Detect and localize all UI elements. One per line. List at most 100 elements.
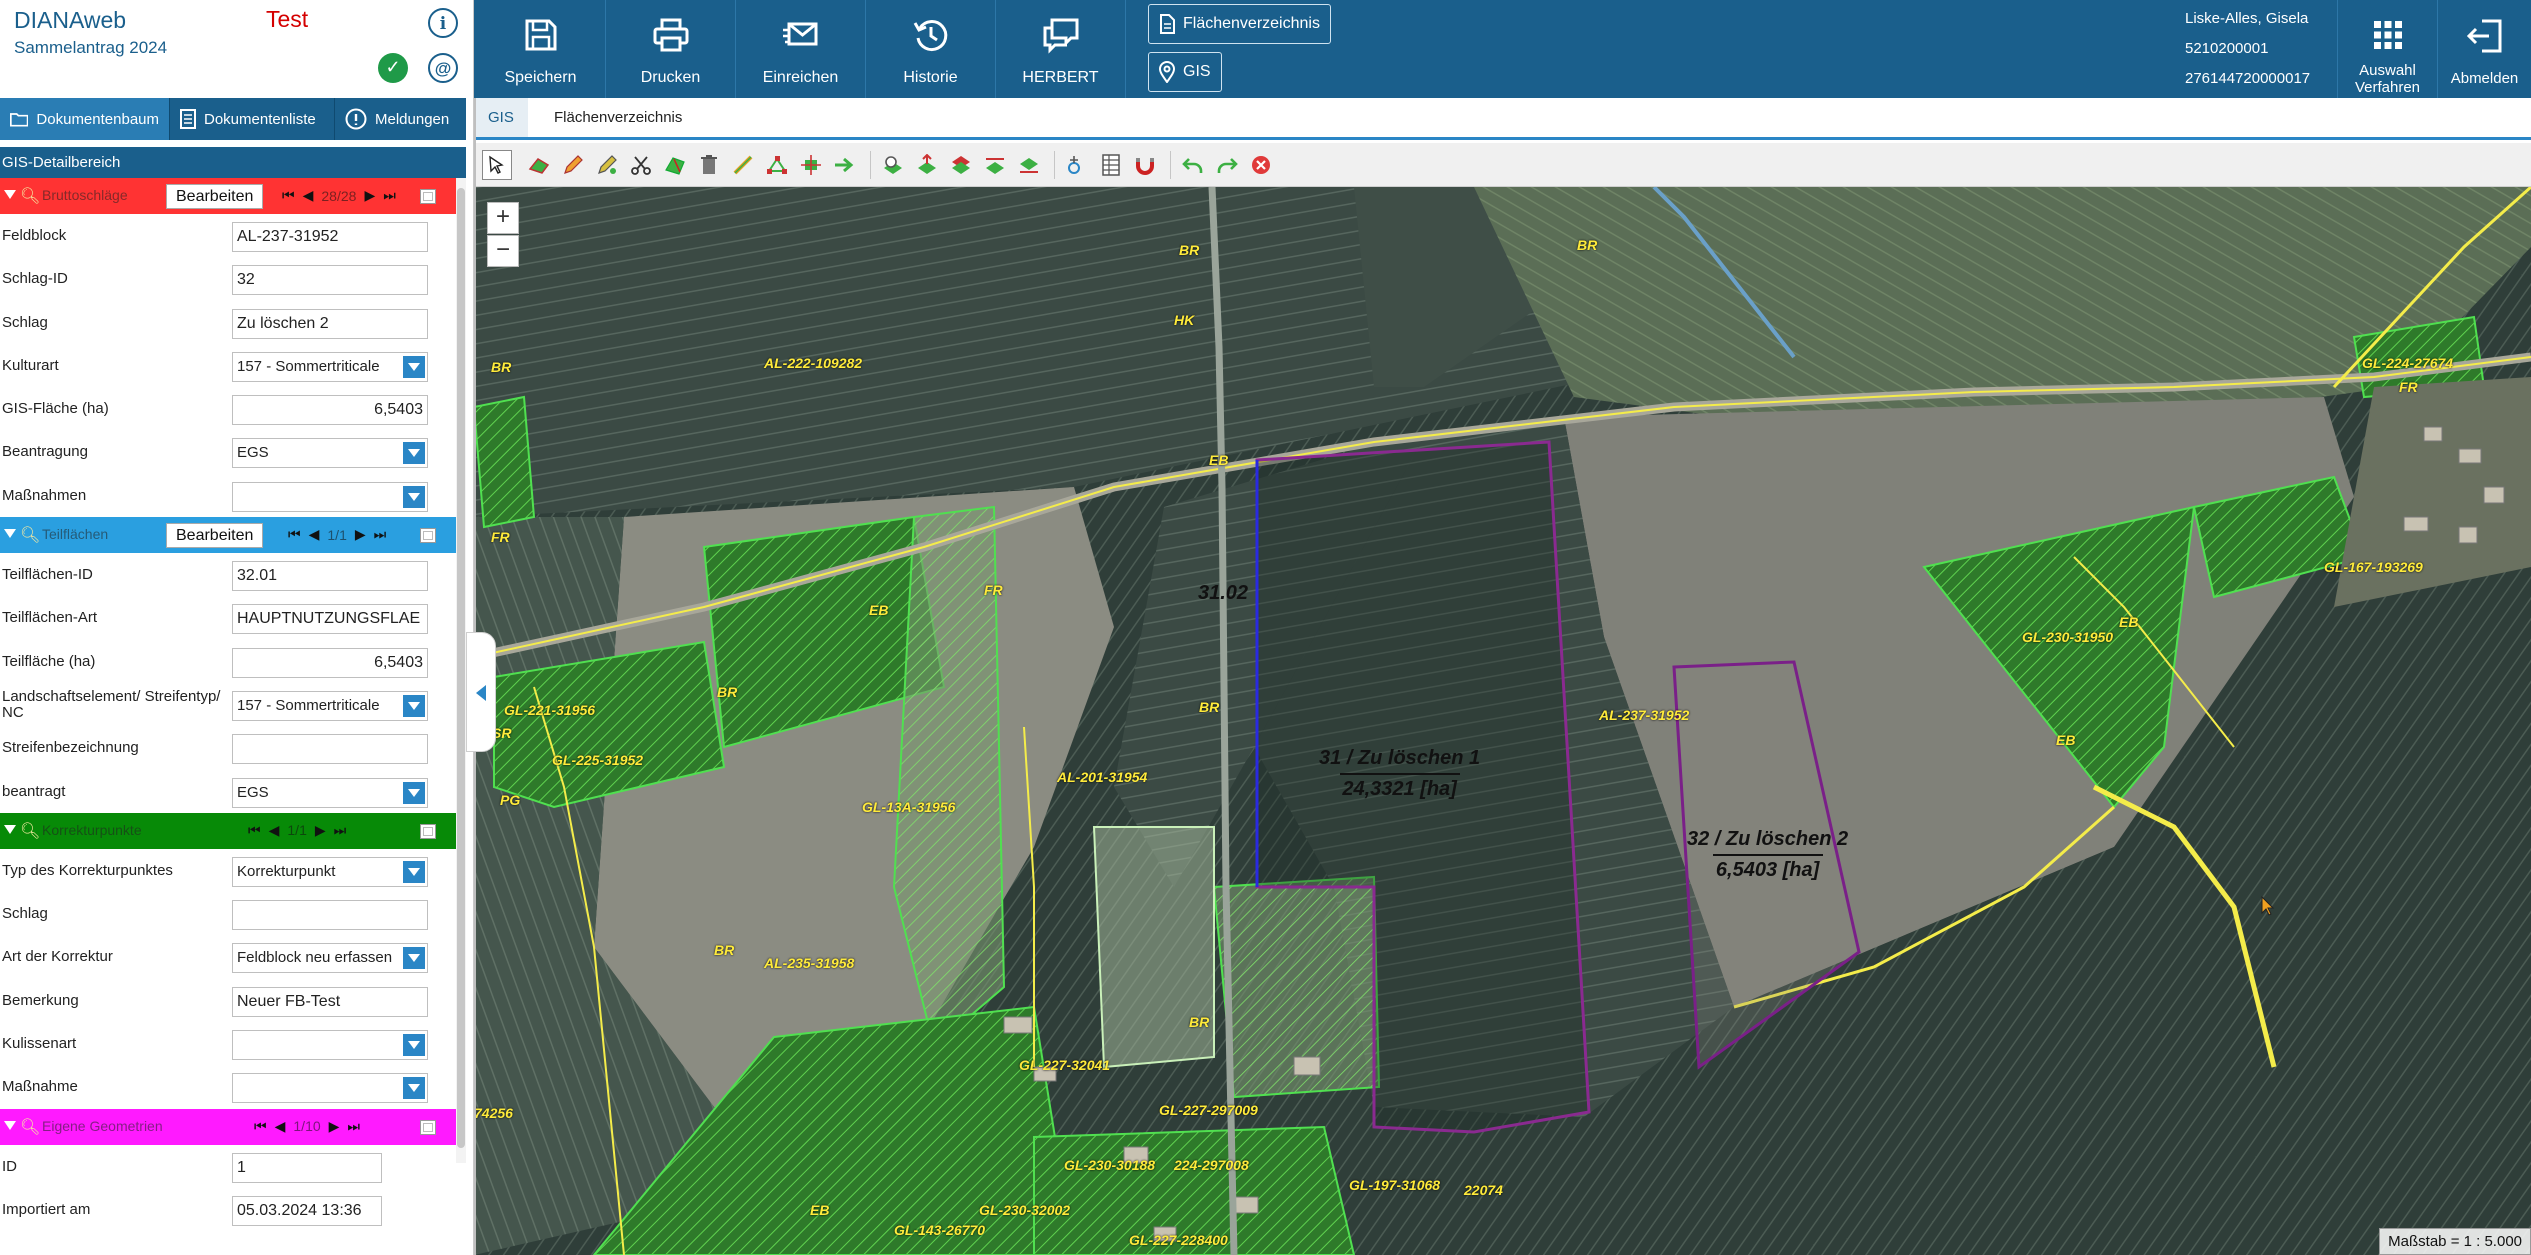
next-record-icon[interactable]: ▶	[329, 1118, 340, 1135]
first-record-icon[interactable]: ⏮︎	[282, 187, 295, 204]
draw-line-tool[interactable]	[728, 150, 758, 180]
edit-button[interactable]: Bearbeiten	[166, 184, 264, 209]
teilflaechen-art-field[interactable]: HAUPTNUTZUNGSFLAE	[232, 604, 428, 635]
previous-record-icon[interactable]: ◀	[269, 822, 280, 839]
tab-gis[interactable]: GIS	[474, 98, 528, 137]
collapse-triangle-icon[interactable]	[4, 824, 16, 834]
maximize-icon[interactable]	[420, 189, 436, 204]
korrekturpunkt-typ-select[interactable]: Korrekturpunkt	[232, 856, 428, 887]
auswahl-verfahren-button[interactable]: Auswahl Verfahren	[2337, 0, 2437, 98]
split-tool[interactable]	[626, 150, 656, 180]
maximize-icon[interactable]	[420, 823, 436, 839]
zoom-out-button[interactable]: −	[487, 235, 519, 267]
vertex-snap-tool[interactable]	[762, 150, 792, 180]
layer-line-tool[interactable]	[980, 150, 1010, 180]
flaechenverzeichnis-button[interactable]: Flächenverzeichnis	[1148, 4, 1331, 44]
tab-flaechenverzeichnis[interactable]: Flächenverzeichnis	[540, 98, 696, 137]
print-button[interactable]: Drucken	[606, 0, 736, 98]
next-record-icon[interactable]: ▶	[315, 822, 326, 839]
tab-dokumentenliste[interactable]: Dokumentenliste	[170, 98, 335, 140]
last-record-icon[interactable]: ⏭︎	[383, 187, 396, 204]
edit-button[interactable]: Bearbeiten	[166, 523, 264, 549]
herbert-button[interactable]: HERBERT	[996, 0, 1126, 98]
massnahmen-select[interactable]	[232, 481, 428, 512]
section-header-eigene-geometrien[interactable]: 🔍︎ Eigene Geometrien ⏮︎ ◀ 1/10 ▶ ⏭︎	[0, 1108, 456, 1145]
dropdown-arrow-icon[interactable]	[403, 694, 425, 717]
teilflaechen-id-field[interactable]: 32.01	[232, 561, 428, 592]
tab-dokumentenbaum[interactable]: Dokumentenbaum	[0, 98, 170, 140]
korrektur-art-select[interactable]: Feldblock neu erfassen	[232, 943, 428, 974]
parcel-label-31[interactable]: 31 / Zu löschen 1 24,3321 [ha]	[1319, 747, 1480, 801]
next-record-icon[interactable]: ▶	[355, 526, 366, 543]
layer-search-tool[interactable]	[878, 150, 908, 180]
collapse-triangle-icon[interactable]	[4, 529, 16, 539]
zoom-in-button[interactable]: +	[487, 202, 519, 234]
at-sign-icon[interactable]: @	[428, 53, 458, 83]
schlag-field[interactable]: Zu löschen 2	[232, 308, 428, 339]
maximize-icon[interactable]	[420, 1119, 436, 1135]
section-header-korrekturpunkte[interactable]: 🔍︎ Korrekturpunkte ⏮︎ ◀ 1/1 ▶ ⏭︎	[0, 812, 456, 849]
tab-meldungen[interactable]: Meldungen	[335, 98, 466, 140]
dropdown-arrow-icon[interactable]	[403, 860, 425, 883]
next-record-icon[interactable]: ▶	[364, 187, 375, 204]
info-icon[interactable]: i	[428, 8, 458, 38]
importiert-am-field[interactable]: 05.03.2024 13:36	[232, 1195, 382, 1226]
bemerkung-field[interactable]: Neuer FB-Test	[232, 986, 428, 1017]
redo-tool[interactable]	[1212, 150, 1242, 180]
merge-tool[interactable]	[660, 150, 690, 180]
save-button[interactable]: Speichern	[476, 0, 606, 98]
magnifier-icon[interactable]: 🔍︎	[20, 525, 40, 545]
measure-tool[interactable]	[1062, 150, 1092, 180]
dropdown-arrow-icon[interactable]	[403, 947, 425, 970]
undo-tool[interactable]	[1178, 150, 1208, 180]
logout-button[interactable]: Abmelden	[2437, 0, 2531, 98]
section-header-bruttoschlaege[interactable]: 🔍︎ Bruttoschläge Bearbeiten ⏮︎ ◀ 28/28 ▶ ⏭…	[0, 178, 456, 214]
last-record-icon[interactable]: ⏭︎	[347, 1118, 360, 1135]
kulissenart-select[interactable]	[232, 1030, 428, 1061]
previous-record-icon[interactable]: ◀	[303, 187, 314, 204]
maximize-icon[interactable]	[420, 528, 436, 544]
submit-button[interactable]: Einreichen	[736, 0, 866, 98]
table-tool[interactable]	[1096, 150, 1126, 180]
draw-polygon-tool[interactable]	[524, 150, 554, 180]
geometry-id-field[interactable]: 1	[232, 1152, 382, 1183]
select-pointer-tool[interactable]	[482, 150, 512, 180]
gis-flaeche-field[interactable]: 6,5403	[232, 395, 428, 426]
history-button[interactable]: Historie	[866, 0, 996, 98]
map-canvas[interactable]: + − 31 / Zu löschen 1 24,3321 [ha] 32 / …	[474, 187, 2531, 1255]
layer-down-tool[interactable]	[1014, 150, 1044, 180]
scrollbar[interactable]	[456, 178, 466, 1163]
snap-magnet-tool[interactable]	[1130, 150, 1160, 180]
first-record-icon[interactable]: ⏮︎	[254, 1118, 267, 1135]
edit-vertex-tool[interactable]	[592, 150, 622, 180]
last-record-icon[interactable]: ⏭︎	[334, 822, 347, 839]
collapse-triangle-icon[interactable]	[4, 190, 16, 199]
magnifier-icon[interactable]: 🔍︎	[20, 186, 40, 206]
massnahme-select[interactable]	[232, 1073, 428, 1104]
beantragung-select[interactable]: EGS	[232, 438, 428, 469]
dropdown-arrow-icon[interactable]	[403, 485, 425, 508]
scrollbar-thumb[interactable]	[457, 188, 465, 1148]
section-header-teilflaechen[interactable]: 🔍︎ Teilflächen Bearbeiten ⏮︎ ◀ 1/1 ▶ ⏭︎	[0, 517, 456, 554]
korrektur-schlag-field[interactable]	[232, 900, 428, 931]
move-tool[interactable]	[796, 150, 826, 180]
previous-record-icon[interactable]: ◀	[309, 526, 320, 543]
cancel-tool[interactable]	[1246, 150, 1276, 180]
parcel-label-32[interactable]: 32 / Zu löschen 2 6,5403 [ha]	[1687, 828, 1848, 882]
first-record-icon[interactable]: ⏮︎	[288, 526, 301, 543]
parcel-label-3102[interactable]: 31.02	[1198, 582, 1248, 605]
collapse-panel-button[interactable]	[466, 632, 496, 752]
delete-tool[interactable]	[694, 150, 724, 180]
transfer-tool[interactable]	[830, 150, 860, 180]
landschaftselement-select[interactable]: 157 - Sommertriticale	[232, 690, 428, 721]
dropdown-arrow-icon[interactable]	[403, 781, 425, 804]
magnifier-icon[interactable]: 🔍︎	[20, 1117, 40, 1137]
dropdown-arrow-icon[interactable]	[403, 442, 425, 465]
previous-record-icon[interactable]: ◀	[275, 1118, 286, 1135]
edit-polygon-tool[interactable]	[558, 150, 588, 180]
first-record-icon[interactable]: ⏮︎	[248, 822, 261, 839]
streifenbezeichnung-field[interactable]	[232, 734, 428, 765]
dropdown-arrow-icon[interactable]	[403, 1034, 425, 1057]
teilflaeche-ha-field[interactable]: 6,5403	[232, 647, 428, 678]
kulturart-select[interactable]: 157 - Sommertriticale	[232, 351, 428, 382]
